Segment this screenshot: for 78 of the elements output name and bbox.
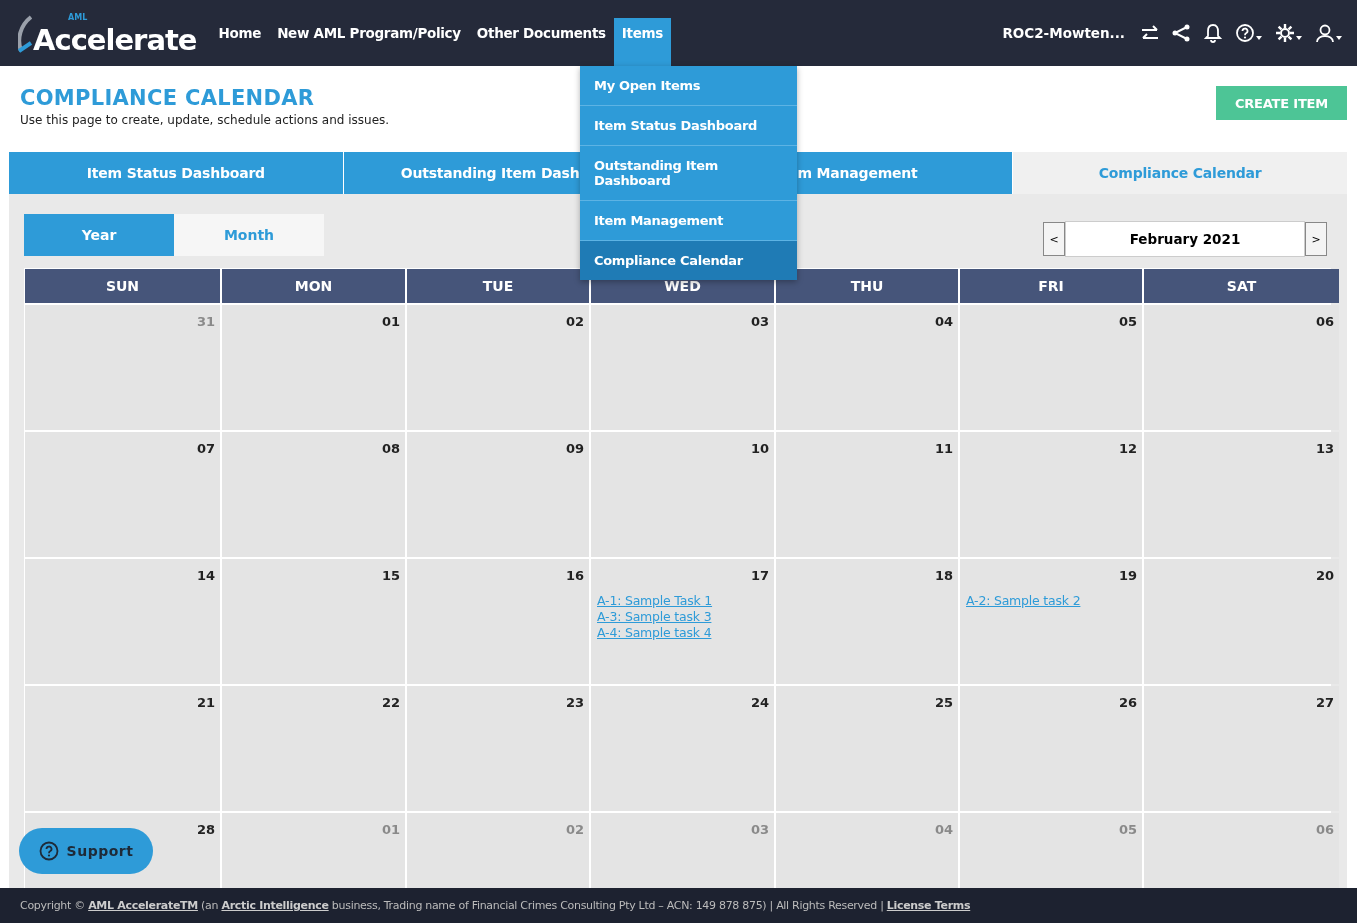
nav-link[interactable]: Items [613, 18, 672, 66]
footer-link[interactable]: License Terms [886, 899, 971, 912]
page-title: COMPLIANCE CALENDAR [20, 86, 316, 110]
day-number: 22 [381, 695, 400, 710]
user-icon[interactable] [1315, 23, 1343, 43]
copyright-text: Copyright © AML AccelerateTM (an Arctic Intelligence business, Trading name of Financial Crimes Consulting Pty Ltd – ACN: 149 878 875) | All Rights Reserved | License Terms [20, 899, 971, 912]
day-number: 15 [381, 568, 400, 583]
day-number: 09 [565, 441, 584, 456]
event-link[interactable]: A-4: Sample task 4 [597, 625, 769, 640]
nav-link[interactable]: New AML Program/Policy [269, 18, 469, 66]
event-link[interactable]: A-2: Sample task 2 [966, 593, 1137, 608]
day-number: 01 [381, 314, 400, 329]
day-number: 01 [381, 822, 400, 837]
weekday-header: SAT [1144, 269, 1339, 303]
footer-link[interactable]: Arctic Intelligence [221, 899, 329, 912]
nav-link[interactable]: Home [210, 18, 270, 66]
help-icon[interactable] [1235, 23, 1263, 43]
day-number: 14 [196, 568, 215, 583]
day-number: 02 [565, 822, 584, 837]
day-number: 26 [1118, 695, 1137, 710]
day-number: 03 [750, 822, 769, 837]
nav-link[interactable]: Other Documents [468, 18, 614, 66]
support-button[interactable]: Support [19, 828, 153, 874]
help-icon [38, 841, 59, 861]
day-number: 10 [750, 441, 769, 456]
day-number: 12 [1118, 441, 1137, 456]
logo[interactable]: AML Accelerate [18, 11, 197, 55]
day-number: 27 [1315, 695, 1334, 710]
weekday-header: THU [776, 269, 958, 303]
previous-month-button[interactable]: < [1043, 222, 1065, 256]
logo-swoosh-icon [18, 15, 32, 53]
day-number: 21 [196, 695, 215, 710]
day-number: 20 [1315, 568, 1334, 583]
day-number: 25 [934, 695, 953, 710]
logo-text: Accelerate [33, 26, 197, 55]
day-number: 28 [196, 822, 215, 837]
day-number: 06 [1315, 314, 1334, 329]
day-number: 11 [934, 441, 953, 456]
view-toggle[interactable]: Month [174, 214, 324, 256]
month-label: February 2021 [1065, 221, 1305, 257]
tab[interactable]: Item Status Dashboard [9, 152, 343, 194]
day-number: 04 [934, 822, 953, 837]
day-number: 23 [565, 695, 584, 710]
weekday-header: FRI [960, 269, 1142, 303]
footer-link[interactable]: AML AccelerateTM [88, 899, 198, 912]
next-month-button[interactable]: > [1305, 222, 1327, 256]
bell-icon[interactable] [1203, 23, 1223, 43]
page-description: Use this page to create, update, schedule actions and issues. [20, 113, 390, 127]
share-icon[interactable] [1171, 23, 1191, 43]
day-number: 08 [381, 441, 400, 456]
dropdown-item[interactable]: Compliance Calendar [580, 241, 797, 280]
tab[interactable]: Compliance Calendar [1013, 152, 1347, 194]
day-number: 06 [1315, 822, 1334, 837]
weekday-header: SUN [25, 269, 220, 303]
logo-small-text: AML [68, 13, 88, 22]
create-item-button[interactable]: CREATE ITEM [1215, 86, 1347, 120]
day-number: 04 [934, 314, 953, 329]
view-toggle[interactable]: Year [24, 214, 174, 256]
event-link[interactable]: A-1: Sample Task 1 [597, 593, 769, 608]
day-number: 16 [565, 568, 584, 583]
day-number: 05 [1118, 314, 1137, 329]
day-number: 17 [750, 568, 769, 583]
dropdown-item[interactable]: Item Status Dashboard [580, 106, 797, 146]
day-number: 07 [196, 441, 215, 456]
day-number: 19 [1118, 568, 1137, 583]
day-number: 13 [1315, 441, 1334, 456]
day-number: 24 [750, 695, 769, 710]
day-number: 18 [934, 568, 953, 583]
weekday-header: TUE [407, 269, 589, 303]
organization-name[interactable]: ROC2-Mowten... [1002, 25, 1125, 41]
day-number: 31 [196, 314, 215, 329]
day-number: 02 [565, 314, 584, 329]
weekday-header: MON [222, 269, 405, 303]
event-link[interactable]: A-3: Sample task 3 [597, 609, 769, 624]
settings-icon[interactable] [1275, 23, 1303, 43]
dropdown-item[interactable]: My Open Items [580, 66, 797, 106]
day-number: 05 [1118, 822, 1137, 837]
day-number: 03 [750, 314, 769, 329]
